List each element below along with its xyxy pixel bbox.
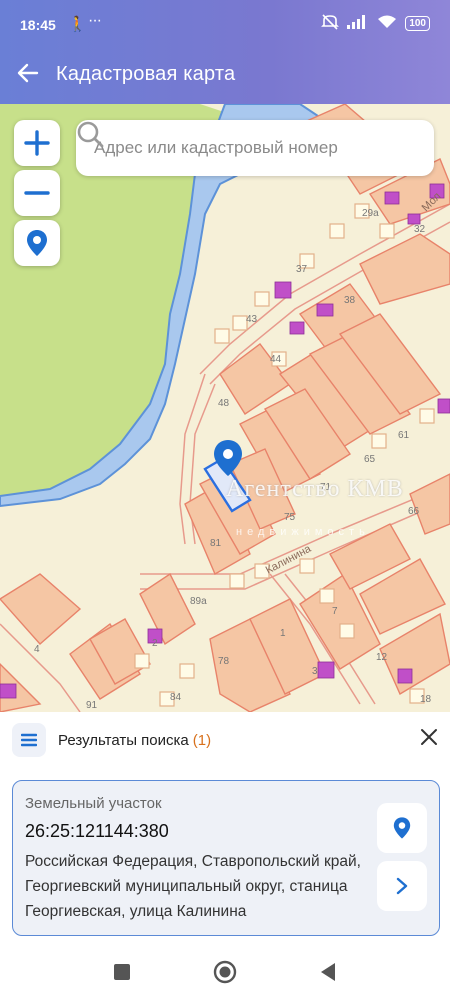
results-count: (1): [192, 731, 212, 749]
cadastral-map[interactable]: 37 38 43 44 48 61 65 71 75 81 89а 66 32 …: [0, 104, 450, 712]
my-location-button[interactable]: [14, 220, 60, 266]
map-label: 38: [344, 295, 356, 306]
map-label: 89а: [190, 596, 207, 607]
wifi-icon: [377, 15, 397, 32]
results-header: Результаты поиска (1): [0, 712, 450, 768]
map-label: 2: [152, 638, 158, 649]
map-label: 75: [284, 512, 296, 523]
map-canvas[interactable]: 37 38 43 44 48 61 65 71 75 81 89а 66 32 …: [0, 104, 450, 712]
map-label: 44: [270, 354, 282, 365]
results-label: Результаты поиска: [58, 731, 189, 749]
map-label: 37: [296, 264, 308, 275]
map-label: 61: [398, 430, 410, 441]
status-bar: 18:45 🚶 ··· 100: [0, 0, 450, 48]
result-type: Земельный участок: [25, 795, 162, 812]
top-bar: 18:45 🚶 ··· 100 Кадастровая карта: [0, 0, 450, 104]
map-label: 43: [246, 314, 258, 325]
status-time: 18:45: [20, 17, 56, 33]
back-nav-icon[interactable]: [319, 962, 337, 987]
app-bar: Кадастровая карта: [0, 52, 450, 96]
show-on-map-button[interactable]: [377, 803, 427, 853]
more-dots-icon: ···: [88, 12, 102, 29]
map-label: 91: [86, 700, 98, 711]
search-bar[interactable]: [76, 120, 434, 176]
map-label: 32: [414, 224, 426, 235]
close-icon[interactable]: [420, 726, 438, 752]
signal-icon: [347, 15, 369, 32]
battery-icon: 100: [405, 16, 430, 31]
results-menu-button[interactable]: [12, 723, 46, 757]
plus-icon: [24, 130, 50, 156]
home-icon[interactable]: [213, 960, 237, 989]
zoom-in-button[interactable]: [14, 120, 60, 166]
map-label: 81: [210, 538, 222, 549]
map-label: 3: [312, 666, 318, 677]
chevron-right-icon: [396, 877, 408, 895]
status-icons: 100: [321, 14, 430, 33]
map-label: 7: [332, 606, 338, 617]
minus-icon: [24, 191, 50, 195]
map-label: 1: [280, 628, 286, 639]
walk-icon: 🚶: [68, 16, 87, 33]
location-pin-icon: [393, 817, 411, 839]
result-card[interactable]: Земельный участок 26:25:121144:380 Росси…: [12, 780, 440, 936]
back-arrow-icon[interactable]: [0, 59, 56, 90]
watermark-sub: недвижимость: [236, 526, 370, 538]
map-label: 84: [170, 692, 182, 703]
page-title: Кадастровая карта: [56, 62, 236, 85]
location-pin-icon: [27, 230, 47, 256]
map-label: 66: [408, 506, 420, 517]
result-address: Российская Федерация, Ставропольский кра…: [25, 853, 361, 920]
zoom-out-button[interactable]: [14, 170, 60, 216]
results-panel: Результаты поиска (1) Земельный участок …: [0, 712, 450, 948]
system-nav-bar: [0, 948, 450, 1000]
cadastral-number: 26:25:121144:380: [25, 821, 169, 841]
map-label: 78: [218, 656, 230, 667]
map-label: 65: [364, 454, 376, 465]
open-details-button[interactable]: [377, 861, 427, 911]
search-input[interactable]: [76, 138, 384, 158]
map-label: 18: [420, 694, 432, 705]
mute-icon: [321, 14, 340, 33]
menu-icon: [21, 733, 37, 747]
map-label: 12: [376, 652, 388, 663]
recents-icon[interactable]: [113, 963, 131, 986]
watermark: Агентство КМВ: [226, 476, 404, 502]
map-label: 29а: [362, 208, 379, 219]
map-label: 4: [34, 644, 40, 655]
map-label: 48: [218, 398, 230, 409]
